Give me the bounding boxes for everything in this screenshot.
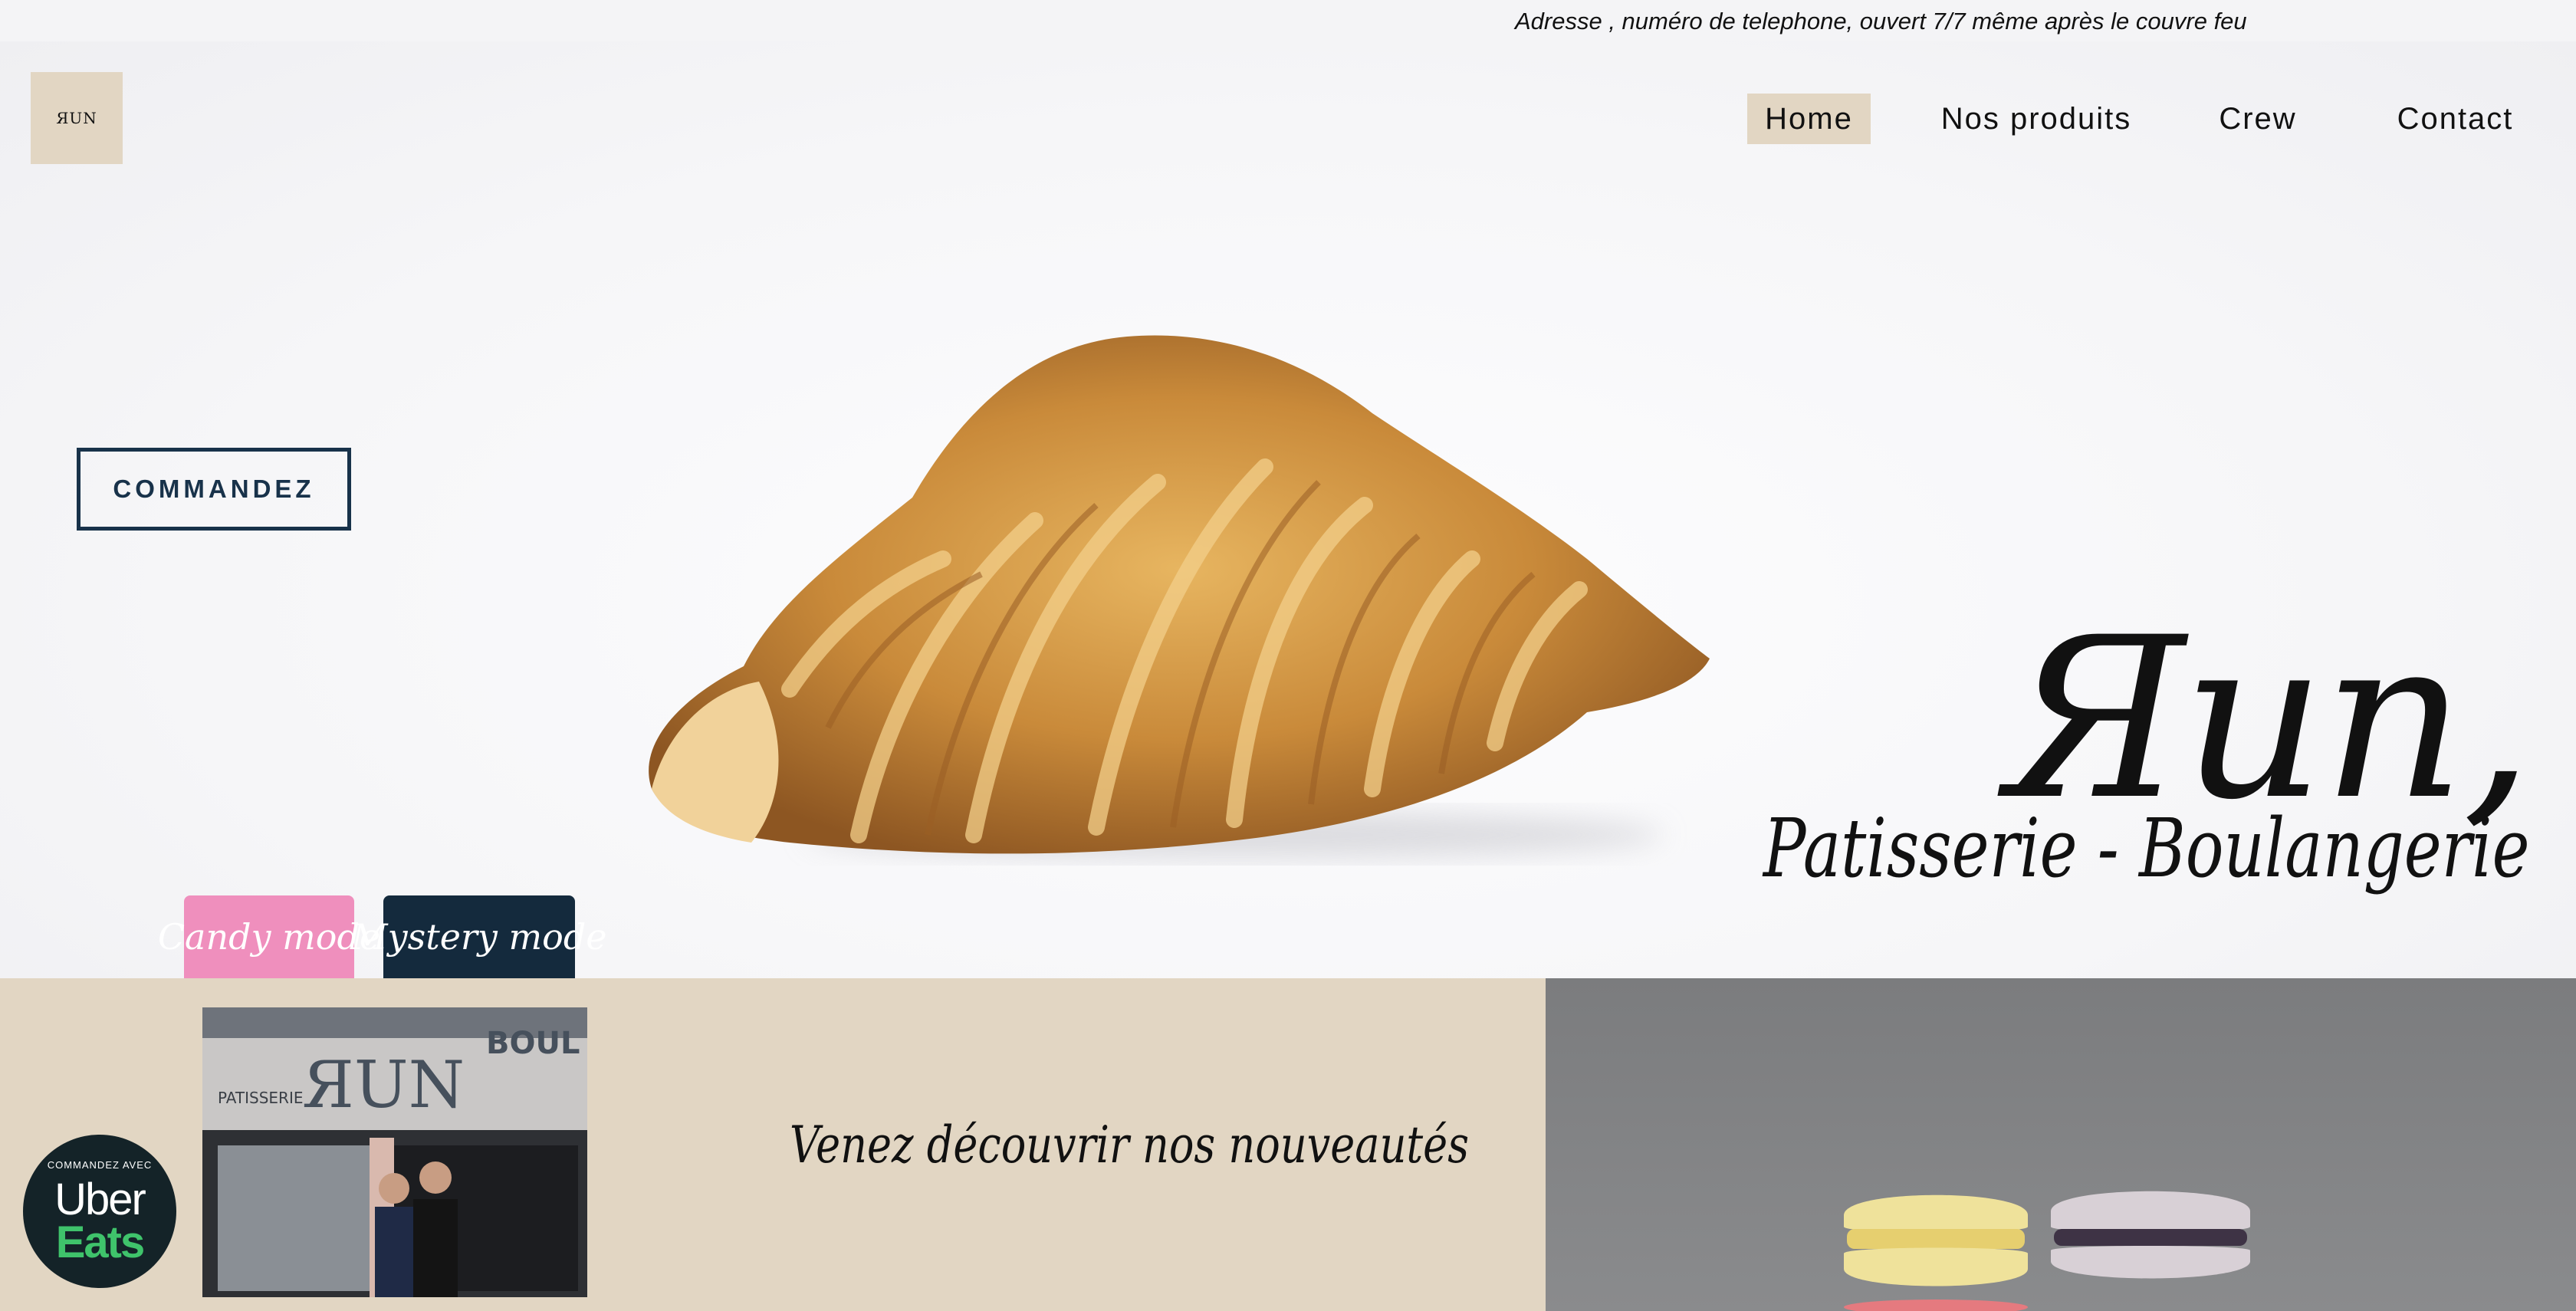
nav-nos-produits[interactable]: Nos produits [1924, 94, 2148, 144]
info-bar-text: Adresse , numéro de telephone, ouvert 7/… [1515, 8, 2247, 34]
main-nav: Home Nos produits Crew Contact [0, 94, 2576, 144]
mystery-mode-button[interactable]: Mystery mode [352, 895, 607, 978]
croissant-image [649, 335, 1710, 858]
macarons-panel [1546, 978, 2576, 1311]
uber-eats-caption: COMMANDEZ AVEC [47, 1159, 153, 1171]
uber-eats-badge[interactable]: COMMANDEZ AVEC Uber Eats [23, 1135, 176, 1288]
shop-sign-right: BOUL [486, 1026, 580, 1061]
brand-name: Яun, [2006, 590, 2533, 849]
shop-photo: PATISSERIE ЯUN BOUL [202, 1007, 587, 1297]
uber-eats-line1: Uber [54, 1175, 146, 1224]
uber-eats-line2: Eats [55, 1217, 146, 1267]
nav-contact[interactable]: Contact [2369, 94, 2542, 144]
nav-home[interactable]: Home [1747, 94, 1871, 144]
brand-block: Яun, [2006, 590, 2533, 849]
shop-sign-left: PATISSERIE [218, 1089, 303, 1107]
info-bar: Adresse , numéro de telephone, ouvert 7/… [0, 0, 2576, 41]
macarons-image [1844, 1191, 2250, 1311]
shop-sign-main: ЯUN [302, 1047, 465, 1122]
nav-crew[interactable]: Crew [2208, 94, 2308, 144]
candy-mode-button[interactable]: Candy mode [158, 895, 380, 978]
brand-subtitle: Patisserie - Boulangerie [1763, 801, 2530, 895]
news-heading: Venez découvrir nos nouveautés [790, 1116, 1469, 1175]
order-button[interactable]: COMMANDEZ [77, 448, 351, 531]
